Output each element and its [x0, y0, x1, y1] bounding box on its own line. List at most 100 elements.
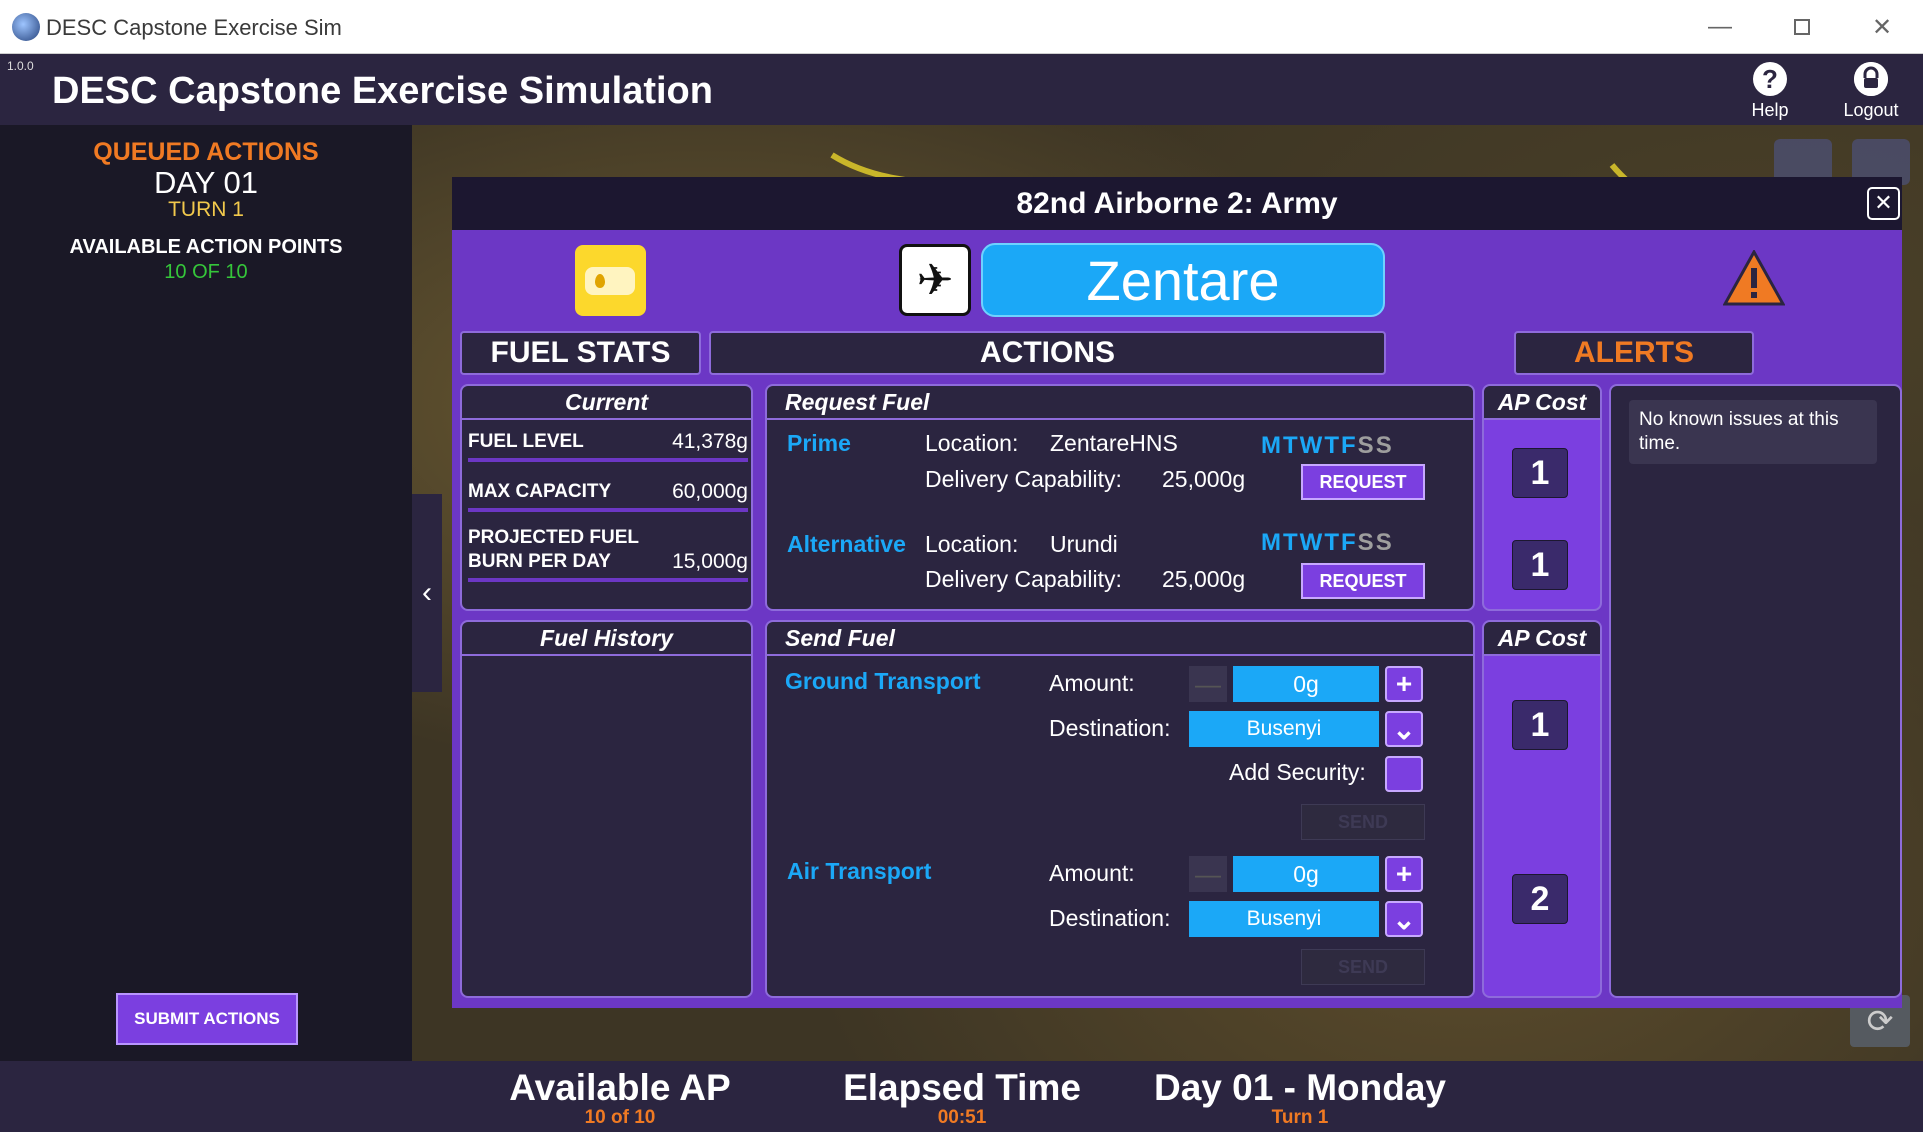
- window-title: DESC Capstone Exercise Sim: [46, 15, 342, 40]
- airport-icon: ✈: [899, 244, 971, 316]
- ground-amount-minus-button[interactable]: —: [1189, 666, 1227, 702]
- add-security-checkbox[interactable]: [1385, 756, 1423, 792]
- air-amount-field[interactable]: 0g: [1233, 856, 1379, 892]
- ap-cost-title: AP Cost: [1484, 622, 1600, 656]
- day-label: Day 01 - Monday: [1154, 1067, 1446, 1108]
- unit-modal: 82nd Airborne 2: Army ✕ ✈ Zentare FUEL S…: [452, 177, 1902, 1008]
- ap-cost-title: AP Cost: [1484, 386, 1600, 420]
- ground-amount-field[interactable]: 0g: [1233, 666, 1379, 702]
- request-fuel-title: Request Fuel: [767, 386, 1473, 420]
- alerts-header: ALERTS: [1514, 331, 1754, 375]
- stat-value: 15,000g: [672, 550, 748, 573]
- maximize-icon: [1794, 19, 1810, 35]
- queued-day: DAY 01: [154, 165, 258, 200]
- help-button[interactable]: ? Help: [1720, 62, 1820, 121]
- alerts-panel: No known issues at this time.: [1609, 384, 1902, 998]
- destination-label: Destination:: [1049, 905, 1171, 931]
- ground-destination-dropdown-icon[interactable]: ⌄: [1385, 711, 1423, 747]
- available-ap-value: 10 of 10: [584, 1107, 656, 1128]
- app-header: 1.0.0 DESC Capstone Exercise Simulation …: [0, 54, 1923, 125]
- available-ap-value: 10 OF 10: [164, 261, 248, 283]
- prime-capability-value: 25,000g: [1162, 466, 1246, 492]
- fuel-history-title: Fuel History: [462, 622, 751, 656]
- modal-body: ✈ Zentare FUEL STATS ACTIONS ALERTS Curr…: [452, 230, 1902, 1008]
- day-stat: Day 01 - Monday Turn 1: [1140, 1067, 1460, 1129]
- status-bar: Available AP 10 of 10 Elapsed Time 00:51…: [0, 1061, 1923, 1132]
- ground-send-button[interactable]: SEND: [1301, 804, 1425, 840]
- destination-label: Destination:: [1049, 715, 1171, 741]
- actions-header: ACTIONS: [709, 331, 1386, 375]
- stat-row-max-capacity: MAX CAPACITY 60,000g: [468, 466, 748, 512]
- amount-label: Amount:: [1049, 670, 1135, 696]
- send-fuel-panel: Send Fuel Ground Transport Amount: — 0g …: [765, 620, 1475, 998]
- minimize-button[interactable]: —: [1690, 8, 1750, 46]
- prime-ap-cost: 1: [1512, 448, 1568, 498]
- help-icon: ?: [1753, 62, 1787, 96]
- stat-row-fuel-level: FUEL LEVEL 41,378g: [468, 422, 748, 462]
- logout-label: Logout: [1843, 100, 1899, 120]
- submit-actions-button[interactable]: SUBMIT ACTIONS: [116, 993, 298, 1045]
- modal-close-button[interactable]: ✕: [1867, 187, 1900, 220]
- elapsed-time-label: Elapsed Time: [843, 1067, 1081, 1108]
- version-label: 1.0.0: [7, 59, 34, 73]
- queued-actions-title: QUEUED ACTIONS: [93, 138, 319, 166]
- available-ap-label: AVAILABLE ACTION POINTS: [69, 236, 343, 258]
- logout-icon: [1854, 62, 1888, 96]
- ground-destination-select[interactable]: Busenyi: [1189, 711, 1379, 747]
- fuel-stats-header: FUEL STATS: [460, 331, 701, 375]
- air-ap-cost: 2: [1512, 874, 1568, 924]
- prime-option-label: Prime: [787, 430, 851, 456]
- turn-value: Turn 1: [1271, 1107, 1329, 1128]
- air-send-button[interactable]: SEND: [1301, 949, 1425, 985]
- add-security-label: Add Security:: [1229, 759, 1366, 785]
- app-title: DESC Capstone Exercise Simulation: [52, 70, 713, 112]
- current-title: Current: [462, 386, 751, 420]
- location-label: Location:: [925, 531, 1019, 557]
- location-label: Location:: [925, 430, 1019, 456]
- modal-title: 82nd Airborne 2: Army: [1016, 186, 1338, 220]
- prime-days: MTWTFSS: [1261, 432, 1394, 459]
- request-fuel-panel: Request Fuel Prime Location: ZentareHNS …: [765, 384, 1475, 611]
- window-titlebar: DESC Capstone Exercise Sim — ✕: [0, 0, 1923, 54]
- elapsed-time-stat: Elapsed Time 00:51: [832, 1067, 1092, 1129]
- capability-label: Delivery Capability:: [925, 566, 1122, 592]
- ground-transport-label: Ground Transport: [785, 668, 981, 694]
- request-ap-cost-panel: AP Cost 1 1: [1482, 384, 1602, 611]
- app-icon: [12, 13, 40, 41]
- logout-button[interactable]: Logout: [1821, 62, 1921, 121]
- close-window-button[interactable]: ✕: [1852, 8, 1912, 46]
- stat-label: FUEL LEVEL: [468, 431, 584, 452]
- maximize-button[interactable]: [1772, 8, 1832, 46]
- current-stats-panel: Current FUEL LEVEL 41,378g MAX CAPACITY …: [460, 384, 753, 611]
- air-destination-select[interactable]: Busenyi: [1189, 901, 1379, 937]
- alternative-option-label: Alternative: [787, 531, 906, 557]
- available-ap-label: Available AP: [509, 1067, 731, 1108]
- elapsed-time-value: 00:51: [937, 1107, 987, 1128]
- alert-message: No known issues at this time.: [1629, 400, 1877, 464]
- alternative-ap-cost: 1: [1512, 540, 1568, 590]
- capability-label: Delivery Capability:: [925, 466, 1122, 492]
- collapse-sidebar-button[interactable]: ‹: [412, 494, 442, 692]
- stat-label: PROJECTED FUEL BURN PER DAY: [468, 527, 639, 572]
- amount-label: Amount:: [1049, 860, 1135, 886]
- warning-icon: [1723, 250, 1785, 306]
- stat-row-projected-burn: PROJECTED FUEL BURN PER DAY 15,000g: [468, 516, 748, 582]
- fuel-history-panel: Fuel History: [460, 620, 753, 998]
- air-destination-dropdown-icon[interactable]: ⌄: [1385, 901, 1423, 937]
- ground-amount-plus-button[interactable]: +: [1385, 666, 1423, 702]
- alternative-capability-value: 25,000g: [1162, 566, 1246, 592]
- air-transport-label: Air Transport: [787, 858, 932, 884]
- send-ap-cost-panel: AP Cost 1 2: [1482, 620, 1602, 998]
- alternative-days: MTWTFSS: [1261, 529, 1394, 556]
- fuel-drum-icon: [575, 245, 646, 316]
- air-amount-plus-button[interactable]: +: [1385, 856, 1423, 892]
- prime-location-value: ZentareHNS: [1050, 430, 1178, 456]
- air-amount-minus-button[interactable]: —: [1189, 856, 1227, 892]
- ground-ap-cost: 1: [1512, 700, 1568, 750]
- prime-request-button[interactable]: REQUEST: [1301, 464, 1425, 500]
- queued-actions-sidebar: QUEUED ACTIONS DAY 01 TURN 1 AVAILABLE A…: [0, 125, 412, 1061]
- stat-value: 41,378g: [672, 430, 748, 453]
- send-fuel-title: Send Fuel: [767, 622, 1473, 656]
- alternative-request-button[interactable]: REQUEST: [1301, 563, 1425, 599]
- stat-value: 60,000g: [672, 480, 748, 503]
